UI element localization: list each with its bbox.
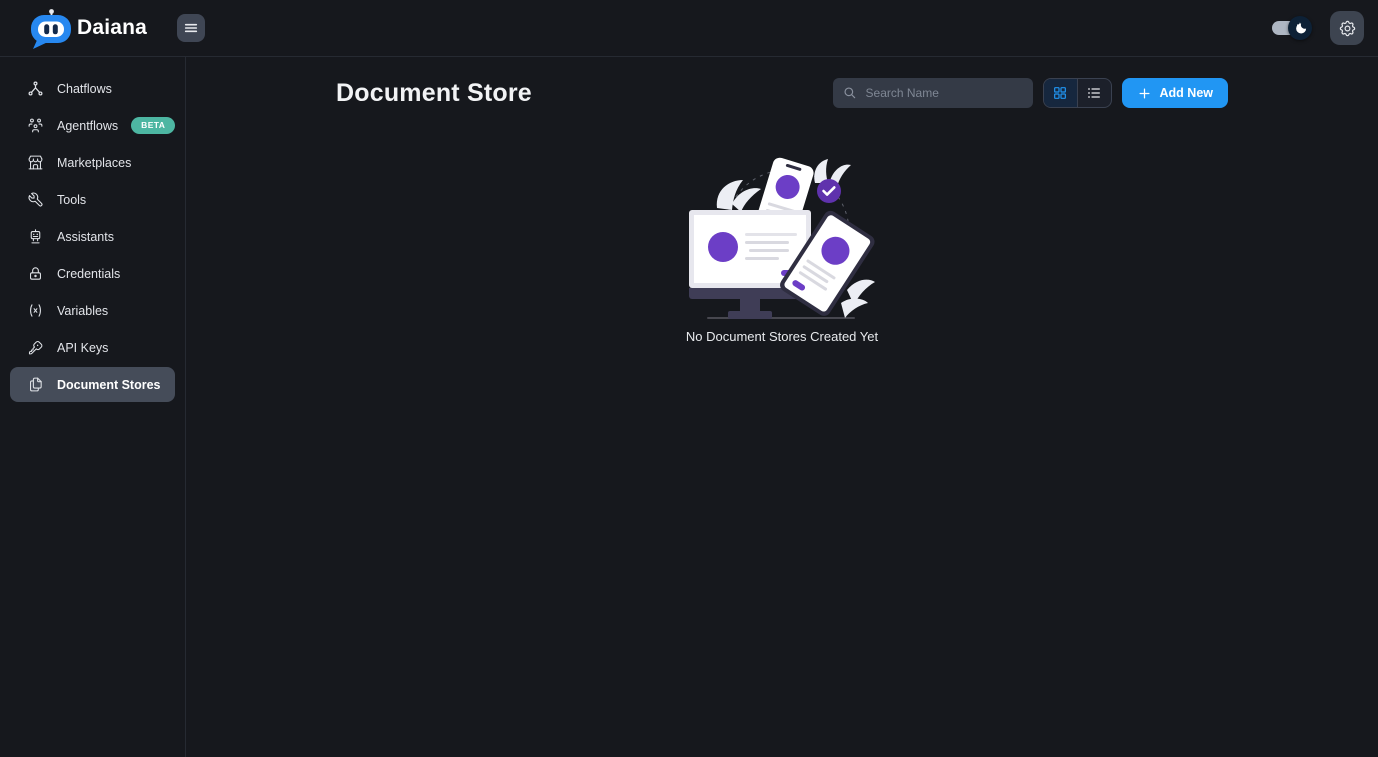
key-icon bbox=[27, 339, 44, 356]
variable-icon bbox=[27, 302, 44, 319]
view-toggle-group bbox=[1042, 78, 1112, 108]
sidebar-item-assistants[interactable]: Assistants bbox=[10, 219, 175, 254]
store-icon bbox=[27, 154, 44, 171]
users-group-icon bbox=[27, 117, 44, 134]
settings-button[interactable] bbox=[1330, 11, 1364, 45]
hamburger-menu-icon bbox=[183, 20, 199, 36]
daiana-robot-logo-icon bbox=[28, 5, 74, 51]
sidebar-item-label: Document Stores bbox=[57, 377, 161, 392]
topbar-right bbox=[1272, 11, 1364, 45]
search-icon bbox=[843, 86, 857, 100]
add-new-label: Add New bbox=[1159, 86, 1213, 100]
hamburger-menu-button[interactable] bbox=[177, 14, 206, 42]
app-layout: Chatflows Agentflows BETA Marketplaces T… bbox=[0, 57, 1378, 757]
wrench-icon bbox=[27, 191, 44, 208]
moon-icon bbox=[1293, 21, 1308, 36]
sidebar-item-credentials[interactable]: Credentials bbox=[10, 256, 175, 291]
sidebar: Chatflows Agentflows BETA Marketplaces T… bbox=[0, 57, 186, 757]
sidebar-item-label: Chatflows bbox=[57, 81, 112, 96]
sidebar-item-label: API Keys bbox=[57, 340, 109, 355]
hierarchy-icon bbox=[27, 80, 44, 97]
header-controls: Add New bbox=[832, 78, 1228, 108]
brand-name: Daiana bbox=[77, 16, 148, 39]
brand-logo[interactable]: Daiana bbox=[28, 5, 147, 51]
sidebar-item-marketplaces[interactable]: Marketplaces bbox=[10, 145, 175, 180]
topbar: Daiana bbox=[0, 0, 1378, 57]
beta-badge: BETA bbox=[131, 117, 176, 134]
sidebar-item-document-stores[interactable]: Document Stores bbox=[10, 367, 175, 402]
list-view-button[interactable] bbox=[1078, 79, 1111, 107]
sidebar-item-tools[interactable]: Tools bbox=[10, 182, 175, 217]
empty-state-message: No Document Stores Created Yet bbox=[685, 329, 879, 344]
page-header: Document Store Search Name Add New bbox=[336, 78, 1228, 108]
dark-mode-toggle[interactable] bbox=[1272, 16, 1312, 40]
lock-icon bbox=[27, 265, 44, 282]
sidebar-item-label: Credentials bbox=[57, 266, 121, 281]
search-input[interactable] bbox=[863, 85, 1023, 101]
sidebar-item-api-keys[interactable]: API Keys bbox=[10, 330, 175, 365]
empty-state: No Document Stores Created Yet bbox=[336, 152, 1228, 344]
sidebar-item-label: Assistants bbox=[57, 229, 114, 244]
gear-icon bbox=[1338, 19, 1357, 38]
toggle-thumb bbox=[1288, 16, 1312, 40]
search-box bbox=[832, 78, 1033, 108]
main-content: Document Store Search Name Add New No Do… bbox=[186, 57, 1378, 757]
sidebar-item-agentflows[interactable]: Agentflows BETA bbox=[10, 108, 176, 143]
grid-view-icon bbox=[1052, 85, 1068, 101]
add-new-button[interactable]: Add New bbox=[1121, 78, 1228, 108]
page-title: Document Store bbox=[336, 78, 532, 107]
sidebar-item-label: Variables bbox=[57, 303, 109, 318]
files-icon bbox=[27, 376, 44, 393]
plus-icon bbox=[1137, 86, 1152, 101]
sidebar-item-label: Tools bbox=[57, 192, 87, 207]
sidebar-item-variables[interactable]: Variables bbox=[10, 293, 175, 328]
grid-view-button[interactable] bbox=[1043, 79, 1077, 107]
sidebar-item-chatflows[interactable]: Chatflows bbox=[10, 71, 175, 106]
sidebar-item-label: Marketplaces bbox=[57, 155, 132, 170]
sidebar-item-label: Agentflows bbox=[57, 118, 119, 133]
list-view-icon bbox=[1086, 85, 1102, 101]
robot-icon bbox=[27, 228, 44, 245]
document-store-empty-illustration bbox=[687, 152, 877, 322]
